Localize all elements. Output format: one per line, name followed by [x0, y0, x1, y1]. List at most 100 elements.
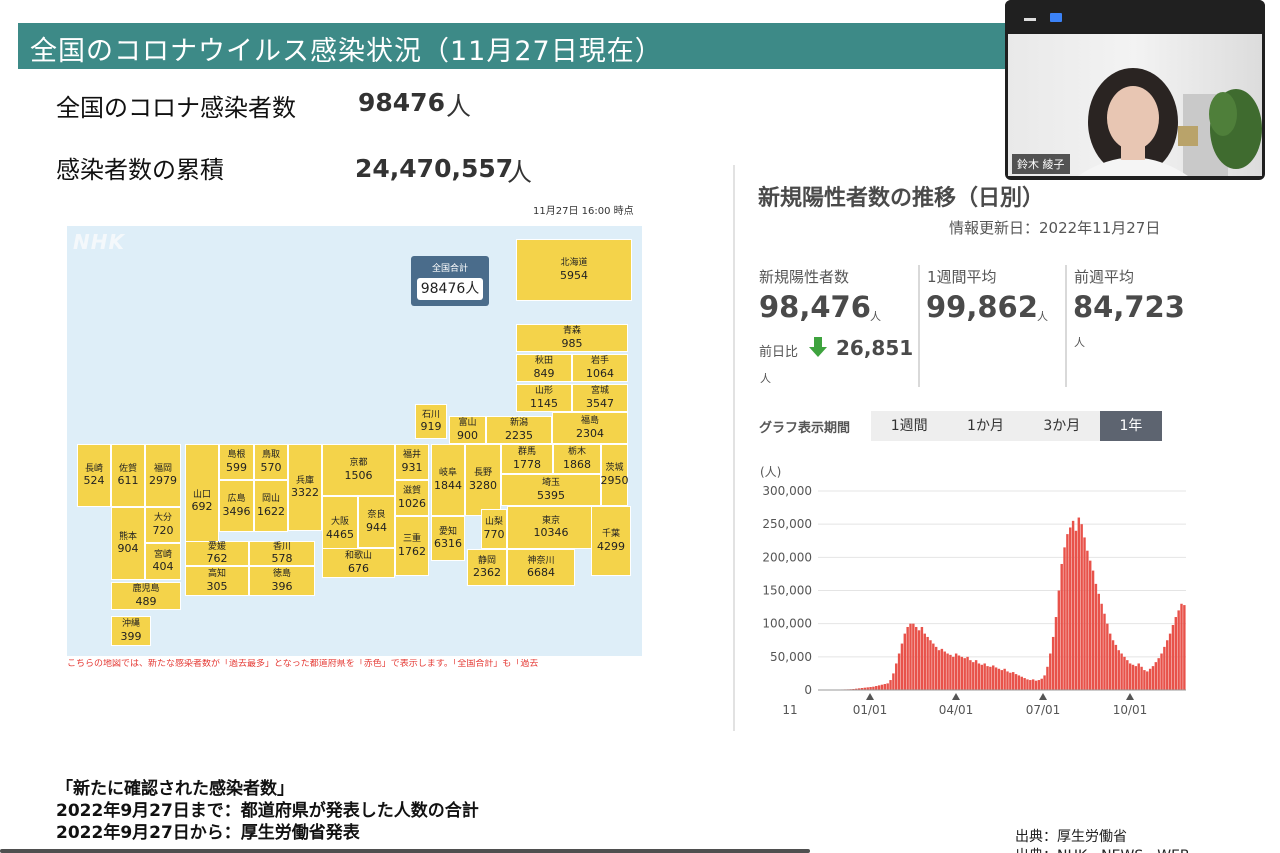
period-button-1year[interactable]: 1年 [1099, 411, 1162, 441]
prefecture-tile[interactable]: 秋田 849 [516, 354, 572, 382]
x-tick-label: 07/01 [1026, 703, 1061, 717]
prefecture-tile[interactable]: 京都 1506 [322, 444, 395, 496]
prefecture-tile[interactable]: 東京 10346 [507, 506, 595, 549]
day-diff-value: 26,851 [836, 336, 914, 360]
prefecture-value: 919 [420, 420, 442, 434]
prefecture-tile[interactable]: 北海道 5954 [516, 239, 632, 301]
prefecture-name: 福島 [580, 416, 599, 426]
y-tick-label: 150,000 [762, 584, 812, 598]
chart-bar [906, 626, 909, 690]
chart-bar [969, 660, 972, 690]
prefecture-value: 1622 [257, 504, 285, 518]
chart-bar [926, 636, 929, 690]
chart-bar [1009, 672, 1012, 690]
prefecture-value: 1064 [586, 366, 614, 380]
prefecture-value: 4465 [326, 527, 354, 541]
prefecture-tile[interactable]: 和歌山 676 [322, 548, 395, 578]
prefecture-tile[interactable]: 新潟 2235 [486, 416, 552, 444]
prefecture-value: 2979 [149, 474, 177, 488]
prefecture-name: 愛知 [438, 526, 457, 537]
prefecture-tile[interactable]: 広島 3496 [219, 480, 254, 532]
period-button-1week[interactable]: 1週間 [871, 411, 947, 441]
period-button-1month[interactable]: 1か月 [947, 411, 1023, 441]
video-window[interactable]: 鈴木 綾子 [1005, 0, 1265, 180]
prefecture-tile[interactable]: 島根 599 [219, 444, 254, 480]
prefecture-tile[interactable]: 神奈川 6684 [507, 549, 575, 586]
prefecture-value: 904 [117, 542, 139, 556]
kpi-prev-week-value: 84,723 [1073, 290, 1185, 324]
prefecture-tile[interactable]: 香川 578 [249, 541, 315, 566]
chart-bar [1054, 617, 1058, 690]
prefecture-name: 岩手 [590, 356, 609, 366]
prefecture-tile[interactable]: 宮城 3547 [572, 384, 628, 412]
prefecture-value: 1844 [434, 478, 462, 492]
prefecture-value: 692 [191, 500, 213, 514]
chart-bar [1137, 663, 1140, 690]
chart-bar [952, 656, 955, 690]
prefecture-tile[interactable]: 奈良 944 [358, 496, 395, 548]
prefecture-tile[interactable]: 山形 1145 [516, 384, 572, 412]
prefecture-tile[interactable]: 滋賀 1026 [395, 480, 429, 516]
x-tick-marker [1126, 693, 1134, 700]
prefecture-tile[interactable]: 徳島 396 [249, 566, 315, 596]
chart-bar [1046, 666, 1049, 690]
prefecture-tile[interactable]: 岩手 1064 [572, 354, 628, 382]
chart-bar [1071, 520, 1075, 690]
period-button-3months[interactable]: 3か月 [1024, 411, 1100, 441]
chart-bar [1069, 527, 1072, 690]
prefecture-tile[interactable]: 沖縄 399 [111, 616, 151, 646]
prefecture-tile[interactable]: 栃木 1868 [553, 444, 601, 474]
prefecture-value: 1762 [398, 544, 426, 558]
prefecture-tile[interactable]: 高知 305 [185, 566, 249, 596]
prefecture-tile[interactable]: 山梨 770 [481, 509, 507, 549]
prefecture-tile[interactable]: 静岡 2362 [467, 549, 507, 586]
prefecture-value: 5954 [560, 268, 588, 282]
prefecture-tile[interactable]: 熊本 904 [111, 507, 145, 580]
chart-bar [983, 663, 986, 690]
chart-bar [943, 651, 946, 690]
prefecture-value: 3496 [222, 504, 251, 518]
prefecture-tile[interactable]: 福岡 2979 [145, 444, 181, 507]
prefecture-tile[interactable]: 福島 2304 [552, 412, 628, 444]
chart-bar [1128, 663, 1132, 690]
window-icon[interactable] [1050, 13, 1062, 22]
prefecture-name: 青森 [562, 326, 581, 336]
prefecture-tile[interactable]: 愛知 6316 [431, 516, 465, 561]
prefecture-tile[interactable]: 兵庫 3322 [288, 444, 322, 531]
chart-bar [1163, 646, 1166, 690]
chart-bar [974, 660, 978, 690]
x-tick-label: 10/01 [1113, 703, 1148, 717]
chart-bar [932, 643, 935, 690]
prefecture-tile[interactable]: 埼玉 5395 [501, 474, 601, 506]
prefecture-tile[interactable]: 岐阜 1844 [431, 444, 465, 516]
prefecture-tile[interactable]: 福井 931 [395, 444, 429, 480]
prefecture-value: 3280 [469, 478, 497, 492]
prefecture-tile[interactable]: 青森 985 [516, 324, 628, 352]
prefecture-tile[interactable]: 岡山 1622 [254, 480, 288, 532]
prefecture-tile[interactable]: 佐賀 611 [111, 444, 145, 507]
prefecture-tile[interactable]: 宮崎 404 [145, 543, 181, 580]
prefecture-tile[interactable]: 富山 900 [449, 416, 486, 444]
prefecture-tile[interactable]: 愛媛 762 [185, 541, 249, 566]
prefecture-name: 山口 [192, 489, 211, 500]
prefecture-value: 570 [260, 460, 282, 474]
prefecture-tile[interactable]: 千葉 4299 [591, 506, 631, 576]
chart-bar [1097, 593, 1100, 690]
prefecture-tile[interactable]: 石川 919 [415, 404, 447, 439]
prefecture-tile[interactable]: 大分 720 [145, 507, 181, 543]
prefecture-tile[interactable]: 長野 3280 [465, 444, 501, 516]
prefecture-value: 2235 [505, 428, 533, 442]
chart-bar [1034, 680, 1038, 690]
chart-bar [1043, 675, 1046, 690]
note-line-1: 「新たに確認された感染者数」 [56, 779, 294, 799]
video-titlebar [1005, 0, 1265, 32]
prefecture-tile[interactable]: 鳥取 570 [254, 444, 288, 480]
prefecture-tile[interactable]: 茨城 2950 [601, 444, 629, 506]
prefecture-tile[interactable]: 三重 1762 [395, 516, 429, 576]
prefecture-tile[interactable]: 長崎 524 [77, 444, 111, 507]
chart-bar [1066, 534, 1069, 690]
chart-bar [1103, 613, 1106, 690]
prefecture-tile[interactable]: 鹿児島 489 [111, 582, 181, 610]
minimize-icon[interactable] [1024, 18, 1036, 21]
prefecture-tile[interactable]: 群馬 1778 [501, 444, 553, 474]
